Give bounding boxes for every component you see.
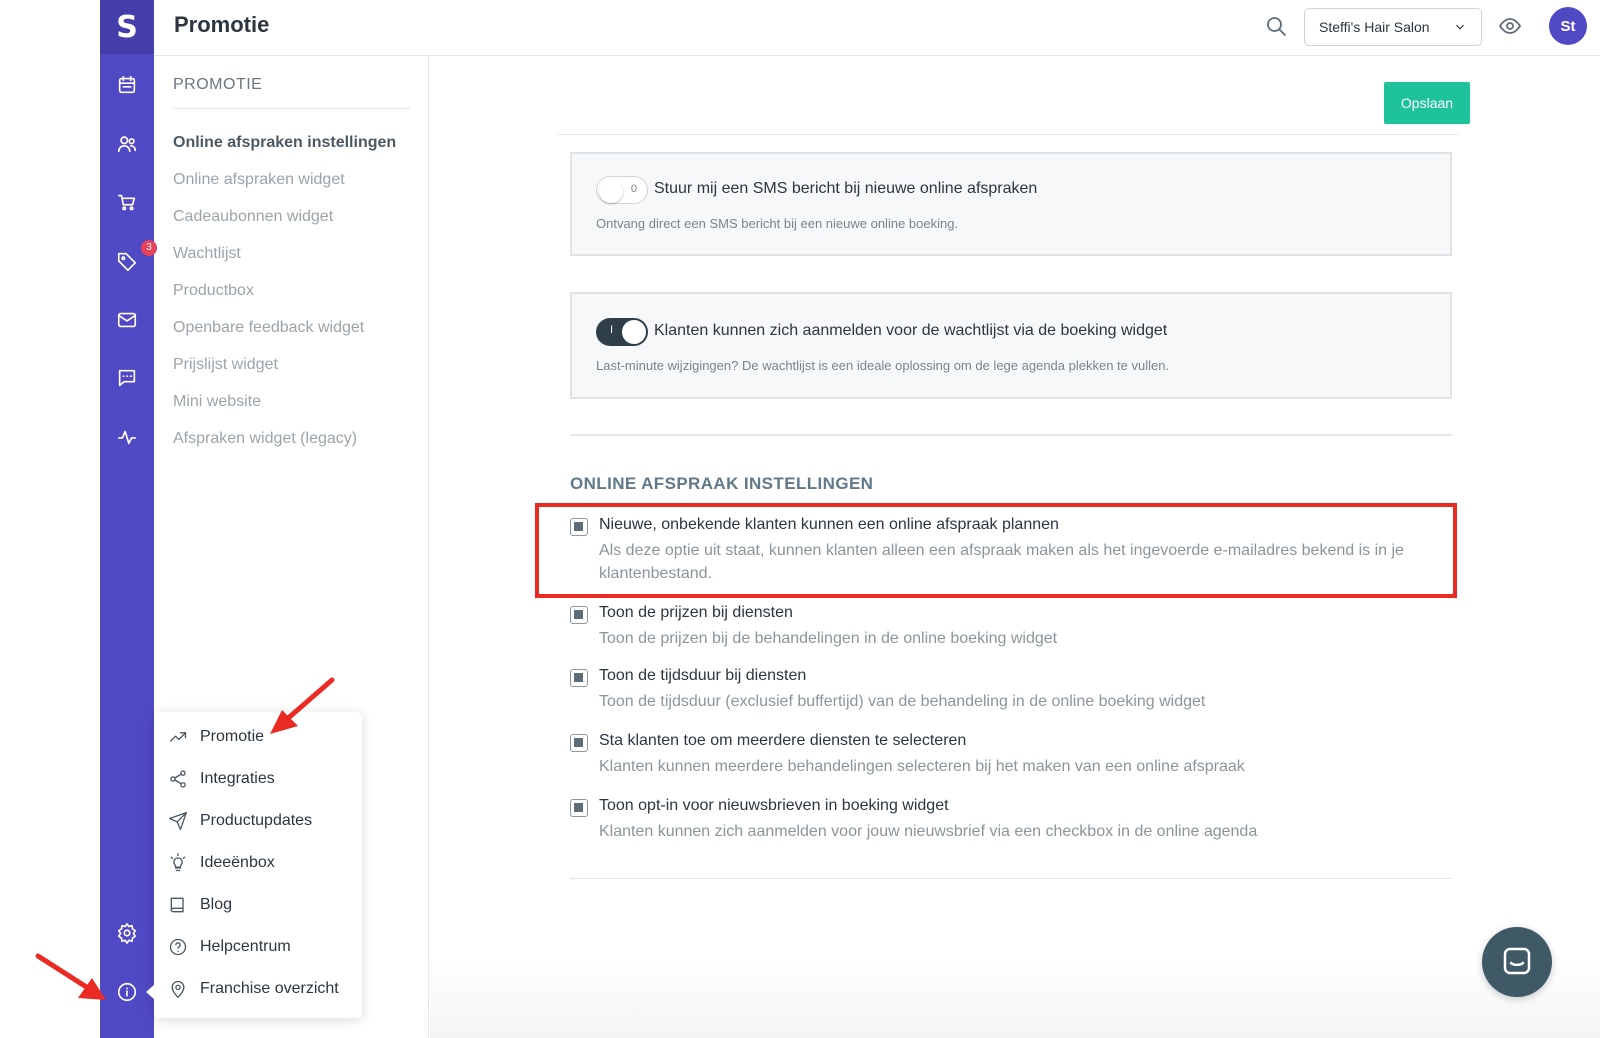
activity-icon[interactable] [112, 422, 142, 452]
search-icon[interactable] [1264, 14, 1290, 40]
popup-caret [146, 984, 155, 1000]
chat-icon[interactable] [112, 363, 142, 393]
users-icon[interactable] [112, 129, 142, 159]
app-root: S 3 Promotie Steffi's Hair Salon St PROM… [0, 0, 1600, 1038]
help-icon [169, 938, 187, 956]
toggle-state-label: 0 [630, 183, 637, 195]
save-button[interactable]: Opslaan [1384, 82, 1470, 124]
sms-setting-card: 0 Stuur mij een SMS bericht bij nieuwe o… [570, 152, 1452, 256]
option-title: Toon de tijdsduur bij diensten [599, 667, 807, 684]
divider [570, 878, 1452, 879]
subnav-heading: PROMOTIE [173, 76, 263, 93]
chevron-down-icon [1453, 20, 1467, 34]
sms-setting-title: Stuur mij een SMS bericht bij nieuwe onl… [654, 180, 1038, 197]
checkbox[interactable] [570, 734, 588, 752]
toggle-knob [599, 179, 623, 203]
subnav-item-wachtlijst[interactable]: Wachtlijst [173, 245, 241, 263]
chat-launcher-button[interactable] [1482, 927, 1552, 997]
left-rail: S 3 [100, 0, 157, 1038]
sms-toggle[interactable]: 0 [596, 176, 648, 204]
subnav-item-prijslijst-widget[interactable]: Prijslijst widget [173, 356, 278, 374]
section-title: ONLINE AFSPRAAK INSTELLINGEN [570, 474, 874, 493]
subnav-item-mini-website[interactable]: Mini website [173, 393, 261, 411]
salon-select[interactable]: Steffi's Hair Salon [1304, 8, 1482, 46]
option-desc: Klanten kunnen meerdere behandelingen se… [599, 758, 1245, 775]
lightbulb-icon [170, 853, 186, 872]
waitlist-toggle[interactable]: I [596, 318, 648, 346]
checkbox[interactable] [570, 799, 588, 817]
chat-bubble-icon [1503, 947, 1531, 975]
tag-icon[interactable]: 3 [112, 240, 157, 276]
share-icon [170, 770, 186, 788]
divider [570, 434, 1452, 436]
subnav-item-openbare-feedback-widget[interactable]: Openbare feedback widget [173, 319, 364, 337]
divider [558, 134, 1458, 135]
info-icon[interactable] [112, 977, 142, 1007]
menu-item-label: Blog [200, 896, 233, 913]
settings-icon[interactable] [112, 918, 142, 948]
menu-item-promotie[interactable]: Promotie [168, 722, 354, 752]
menu-item-label: Ideeënbox [200, 854, 275, 871]
option-desc: Toon de tijdsduur (exclusief buffertijd)… [599, 693, 1206, 710]
highlight-box [535, 503, 1457, 598]
cart-icon[interactable] [112, 187, 142, 217]
sms-setting-desc: Ontvang direct een SMS bericht bij een n… [596, 216, 959, 231]
checkbox[interactable] [570, 669, 588, 687]
mail-icon[interactable] [112, 305, 142, 335]
menu-item-productupdates[interactable]: Productupdates [168, 806, 354, 836]
location-pin-icon [171, 980, 185, 998]
menu-item-integraties[interactable]: Integraties [168, 764, 354, 794]
toggle-state-label: I [610, 324, 614, 336]
info-popup-menu: Promotie Integraties Productupdates Idee… [154, 712, 362, 1018]
book-icon [170, 897, 184, 913]
option-desc: Klanten kunnen zich aanmelden voor jouw … [599, 823, 1258, 840]
toggle-knob [622, 320, 646, 344]
send-icon [169, 812, 187, 830]
eye-icon[interactable] [1498, 14, 1524, 40]
subnav-item-online-afspraken-instellingen[interactable]: Online afspraken instellingen [173, 134, 396, 152]
trending-up-icon [169, 732, 187, 742]
subnav-item-afspraken-widget-legacy[interactable]: Afspraken widget (legacy) [173, 430, 357, 448]
waitlist-setting-title: Klanten kunnen zich aanmelden voor de wa… [654, 322, 1168, 339]
subnav-divider [173, 108, 410, 109]
option-title: Toon de prijzen bij diensten [599, 604, 793, 621]
waitlist-setting-desc: Last-minute wijzigingen? De wachtlijst i… [596, 358, 1170, 373]
option-title: Sta klanten toe om meerdere diensten te … [599, 732, 967, 749]
menu-item-franchise-overzicht[interactable]: Franchise overzicht [168, 974, 354, 1004]
menu-item-label: Productupdates [200, 812, 313, 829]
checkbox[interactable] [570, 606, 588, 624]
subnav-item-cadeaubonnen-widget[interactable]: Cadeaubonnen widget [173, 208, 333, 226]
top-header: Promotie Steffi's Hair Salon St [154, 0, 1600, 56]
option-title: Toon opt-in voor nieuwsbrieven in boekin… [599, 797, 949, 814]
menu-item-label: Promotie [200, 728, 265, 745]
option-desc: Toon de prijzen bij de behandelingen in … [599, 630, 1058, 647]
subnav-item-productbox[interactable]: Productbox [173, 282, 254, 300]
menu-item-label: Franchise overzicht [200, 980, 339, 997]
calendar-icon[interactable] [112, 70, 142, 100]
menu-item-label: Integraties [200, 770, 275, 787]
salon-select-value: Steffi's Hair Salon [1319, 19, 1430, 35]
waitlist-setting-card: I Klanten kunnen zich aanmelden voor de … [570, 292, 1452, 399]
page-title: Promotie [174, 12, 270, 37]
logo[interactable]: S [100, 0, 154, 54]
menu-item-blog[interactable]: Blog [168, 890, 354, 920]
avatar[interactable]: St [1549, 7, 1587, 45]
menu-item-ideeenbox[interactable]: Ideeënbox [168, 848, 354, 878]
subnav-item-online-afspraken-widget[interactable]: Online afspraken widget [173, 171, 345, 189]
menu-item-helpcentrum[interactable]: Helpcentrum [168, 932, 354, 962]
menu-item-label: Helpcentrum [200, 938, 291, 955]
